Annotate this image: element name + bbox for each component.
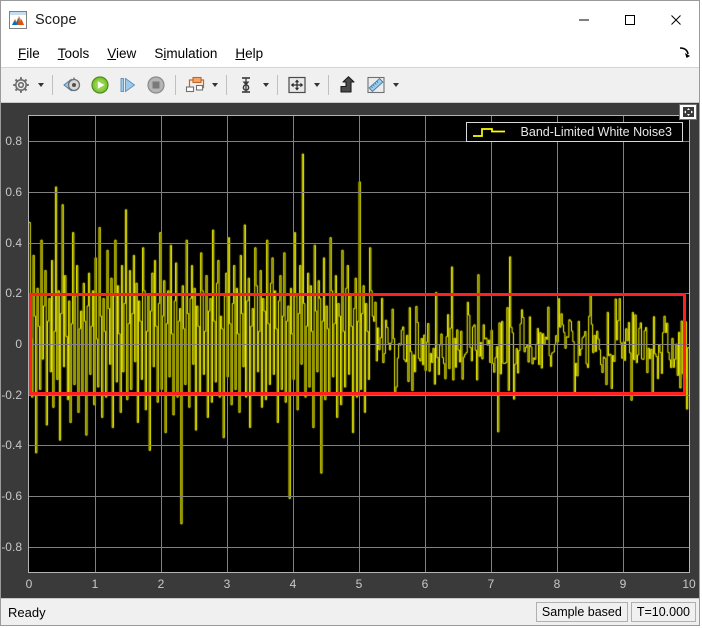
status-ready-text: Ready: [8, 604, 46, 620]
matlab-membrane-icon: [9, 11, 27, 29]
gridline-vertical: [425, 116, 426, 572]
maximize-button[interactable]: [607, 1, 653, 39]
gridline-vertical: [623, 116, 624, 572]
x-tick-label: 3: [223, 577, 231, 591]
gridline-vertical: [161, 116, 162, 572]
legend[interactable]: Band-Limited White Noise3: [465, 122, 683, 142]
status-bar: Ready Sample based T=10.000: [1, 598, 699, 625]
x-tick-label: 4: [289, 577, 297, 591]
sim-rewind-button[interactable]: [59, 72, 85, 98]
menu-item-view-rest: iew: [116, 45, 137, 61]
y-tick-label: -0.4: [1, 438, 22, 453]
x-tick-label: 8: [553, 577, 561, 591]
y-tick-label: -0.6: [1, 489, 22, 503]
gridline-vertical: [359, 116, 360, 572]
step-forward-button[interactable]: [115, 72, 141, 98]
menu-item-help-rest: elp: [245, 45, 264, 61]
toolbar-separator-5: [328, 75, 329, 95]
status-time: T=10.000: [630, 602, 696, 622]
x-tick-label: 0: [25, 577, 33, 591]
highlight-signal-button[interactable]: [335, 72, 361, 98]
scale-axes-limits-caret[interactable]: [311, 72, 323, 98]
menu-item-tools[interactable]: Tools: [49, 43, 99, 64]
menu-item-simulation-rest: mulation: [166, 45, 218, 61]
gridline-vertical: [95, 116, 96, 572]
gridline-vertical: [689, 116, 690, 572]
menu-item-help[interactable]: Help: [226, 43, 272, 64]
cursor-measurements-button[interactable]: [233, 72, 259, 98]
menu-item-tools-rest: ools: [64, 45, 90, 61]
gridline-vertical: [293, 116, 294, 572]
gridline-vertical: [227, 116, 228, 572]
menu-bar: File Tools View Simulation Help: [1, 39, 699, 68]
signal-selection-caret[interactable]: [209, 72, 221, 98]
gridline-vertical: [557, 116, 558, 572]
expand-icon[interactable]: [679, 104, 697, 120]
menu-item-simulation[interactable]: Simulation: [145, 43, 226, 64]
x-tick-label: 1: [91, 577, 99, 591]
plot-axes[interactable]: Band-Limited White Noise3: [28, 115, 690, 573]
signal-selection-button[interactable]: [182, 72, 208, 98]
y-tick-label: 0.6: [5, 185, 22, 199]
status-right-group: Sample based T=10.000: [535, 602, 696, 622]
title-bar: Scope: [1, 1, 699, 39]
minimize-button[interactable]: [561, 1, 607, 39]
y-tick-label: 0.4: [5, 235, 22, 250]
scope-window: Scope File Tools View Simulation Help Ba…: [0, 0, 700, 626]
configuration-properties-button[interactable]: [8, 72, 34, 98]
toolbar-separator-3: [226, 75, 227, 95]
legend-label: Band-Limited White Noise3: [520, 125, 672, 139]
close-button[interactable]: [653, 1, 699, 39]
plot-region: Band-Limited White Noise3 -0.8 -0.6 -0.4 -0…: [1, 103, 699, 598]
stop-button[interactable]: [143, 72, 169, 98]
x-tick-label: 7: [487, 577, 495, 591]
status-sample-mode: Sample based: [535, 602, 628, 622]
menu-item-view[interactable]: View: [98, 43, 145, 64]
toolbar-separator-1: [52, 75, 53, 95]
run-button[interactable]: [87, 72, 113, 98]
configuration-properties-caret[interactable]: [35, 72, 47, 98]
gridline-vertical: [491, 116, 492, 572]
toolbar-separator-4: [277, 75, 278, 95]
menu-item-file[interactable]: File: [9, 43, 49, 64]
menu-item-file-rest: ile: [26, 45, 40, 61]
toolbar: [1, 68, 699, 103]
scale-axes-limits-button[interactable]: [284, 72, 310, 98]
x-tick-label: 5: [355, 577, 363, 591]
x-tick-label: 9: [619, 577, 627, 591]
y-tick-label: 0.8: [5, 134, 22, 149]
toolbar-separator-2: [175, 75, 176, 95]
y-tick-label: 0.2: [5, 286, 22, 301]
undock-arrow-icon[interactable]: [677, 45, 693, 61]
y-tick-label: 0: [15, 337, 22, 351]
x-tick-label: 6: [421, 577, 429, 591]
measurements-caret[interactable]: [390, 72, 402, 98]
window-controls: [561, 1, 699, 39]
y-tick-label: -0.2: [1, 387, 22, 402]
y-tick-label: -0.8: [1, 539, 22, 554]
window-title: Scope: [35, 12, 77, 28]
x-tick-label: 10: [682, 577, 696, 591]
yellow-step-line-icon: [471, 125, 507, 139]
x-tick-label: 2: [157, 577, 165, 591]
measurements-button[interactable]: [363, 72, 389, 98]
cursor-measurements-caret[interactable]: [260, 72, 272, 98]
